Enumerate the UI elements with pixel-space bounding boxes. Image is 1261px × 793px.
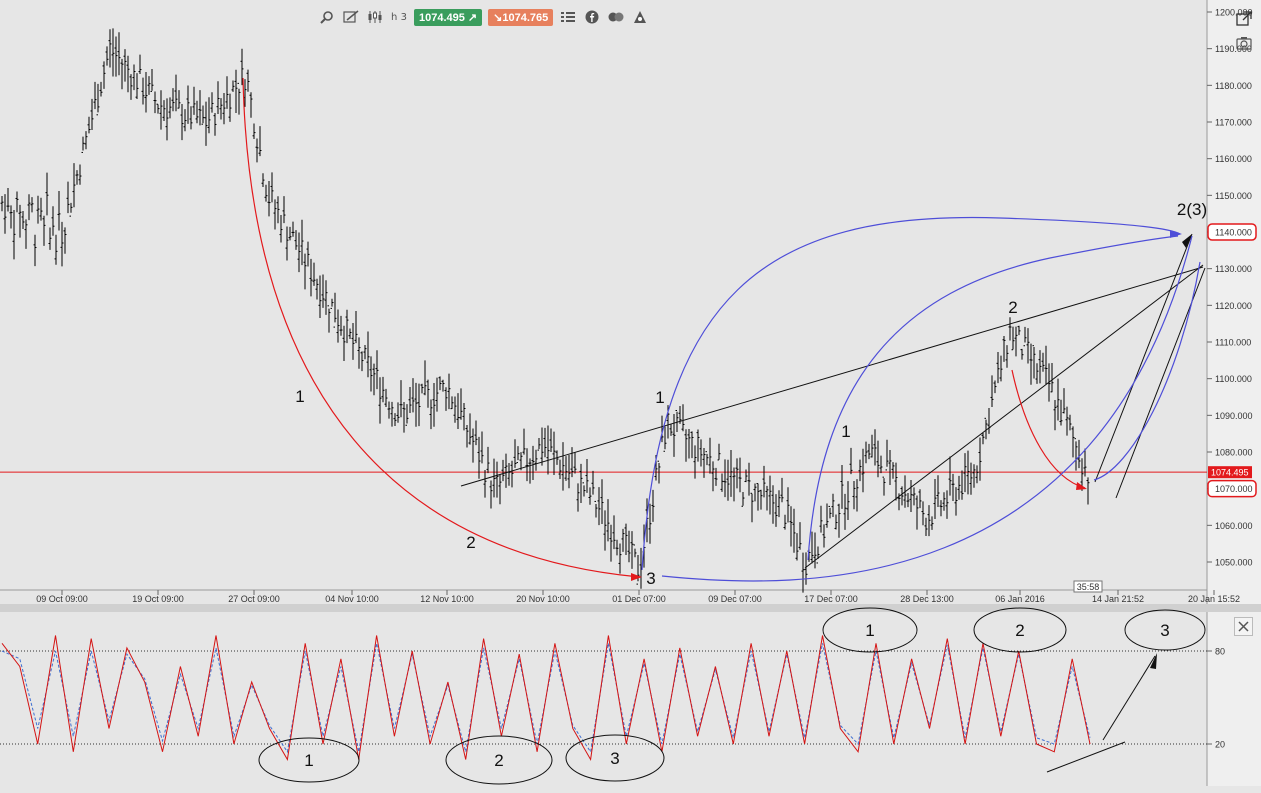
x-tick-label: 19 Oct 09:00 xyxy=(132,594,184,604)
sell-price-button[interactable]: ↘1074.765 xyxy=(488,8,554,26)
y-tick-label: 1160.000 xyxy=(1215,154,1252,164)
x-tick-label: 20 Jan 15:52 xyxy=(1188,594,1240,604)
triangle-tool-icon[interactable] xyxy=(631,8,649,26)
y-tick-label: 1130.000 xyxy=(1215,264,1252,274)
countdown-label: 35:58 xyxy=(1077,582,1100,592)
external-link-icon[interactable] xyxy=(1235,10,1253,28)
wave-label: 2 xyxy=(466,533,475,552)
share-icon[interactable] xyxy=(607,8,625,26)
buy-price-button[interactable]: 1074.495 ↗ xyxy=(414,8,483,26)
y-tick-label: 1080.000 xyxy=(1215,448,1253,458)
y-tick-label: 1090.000 xyxy=(1215,411,1253,421)
close-indicator-button[interactable] xyxy=(1234,617,1253,636)
x-tick-label: 17 Dec 07:00 xyxy=(804,594,858,604)
close-icon xyxy=(1238,621,1249,632)
oscillator-wave-label: 2 xyxy=(1015,621,1024,640)
list-icon[interactable] xyxy=(559,8,577,26)
wave-label: 1 xyxy=(295,387,304,406)
oscillator-panel: 80 20 1 2 3 1 2 3 xyxy=(0,607,1261,786)
x-tick-label: 20 Nov 10:00 xyxy=(516,594,570,604)
oscillator-wave-label: 2 xyxy=(494,751,503,770)
y-tick-label: 1100.000 xyxy=(1215,374,1252,384)
level-label: 20 xyxy=(1215,740,1225,750)
chart-workspace[interactable]: 1200.000 1190.000 1180.000 1170.000 1160.000… xyxy=(0,0,1261,788)
price-chart-svg[interactable]: 1200.0001190.0001180.0001170.0001160.000… xyxy=(0,0,1261,788)
oscillator-wave-label: 3 xyxy=(1160,621,1169,640)
y-tick-label: 1150.000 xyxy=(1215,191,1252,201)
price-plot-background xyxy=(0,0,1207,590)
y-tick-label: 1060.000 xyxy=(1215,521,1253,531)
x-tick-label: 09 Oct 09:00 xyxy=(36,594,88,604)
y-tick-label: 1140.000 xyxy=(1215,228,1252,238)
camera-icon[interactable] xyxy=(1235,34,1253,52)
wave-label: 3 xyxy=(646,569,655,588)
indicator-axis-background xyxy=(1207,612,1261,786)
wave-label: 2(3) xyxy=(1177,200,1207,219)
x-tick-label: 28 Dec 13:00 xyxy=(900,594,954,604)
x-tick-label: 01 Dec 07:00 xyxy=(612,594,666,604)
x-tick-label: 09 Dec 07:00 xyxy=(708,594,762,604)
wave-label: 1 xyxy=(655,388,664,407)
draw-icon[interactable] xyxy=(342,8,360,26)
y-tick-label: 1050.000 xyxy=(1215,558,1253,568)
y-tick-label: 1180.000 xyxy=(1215,81,1252,91)
facebook-icon[interactable] xyxy=(583,8,601,26)
x-tick-label: 27 Oct 09:00 xyxy=(228,594,280,604)
indicator-plot-background xyxy=(0,612,1207,786)
x-tick-label: 04 Nov 10:00 xyxy=(325,594,379,604)
level-label: 80 xyxy=(1215,647,1225,657)
y-tick-label: 1070.000 xyxy=(1215,484,1253,494)
y-tick-label: 1120.000 xyxy=(1215,301,1252,311)
wave-label: 2 xyxy=(1008,298,1017,317)
oscillator-wave-label: 3 xyxy=(610,749,619,768)
bar-type-icon[interactable] xyxy=(366,8,384,26)
main-price-panel: 1200.0001190.0001180.0001170.0001160.000… xyxy=(0,0,1261,612)
x-tick-label: 06 Jan 2016 xyxy=(995,594,1045,604)
oscillator-wave-label: 1 xyxy=(865,621,874,640)
y-tick-label: 1170.000 xyxy=(1215,118,1252,128)
chart-toolbar: h 3 1074.495 ↗ ↘1074.765 xyxy=(318,6,649,28)
x-tick-label: 14 Jan 21:52 xyxy=(1092,594,1144,604)
zoom-icon[interactable] xyxy=(318,8,336,26)
panel-separator xyxy=(0,604,1261,612)
y-tick-label: 1110.000 xyxy=(1215,338,1251,348)
wave-label: 1 xyxy=(841,422,850,441)
current-price-label: 1074.495 xyxy=(1211,468,1249,478)
timeframe-label[interactable]: h 3 xyxy=(390,12,408,23)
oscillator-wave-label: 1 xyxy=(304,751,313,770)
x-tick-label: 12 Nov 10:00 xyxy=(420,594,474,604)
